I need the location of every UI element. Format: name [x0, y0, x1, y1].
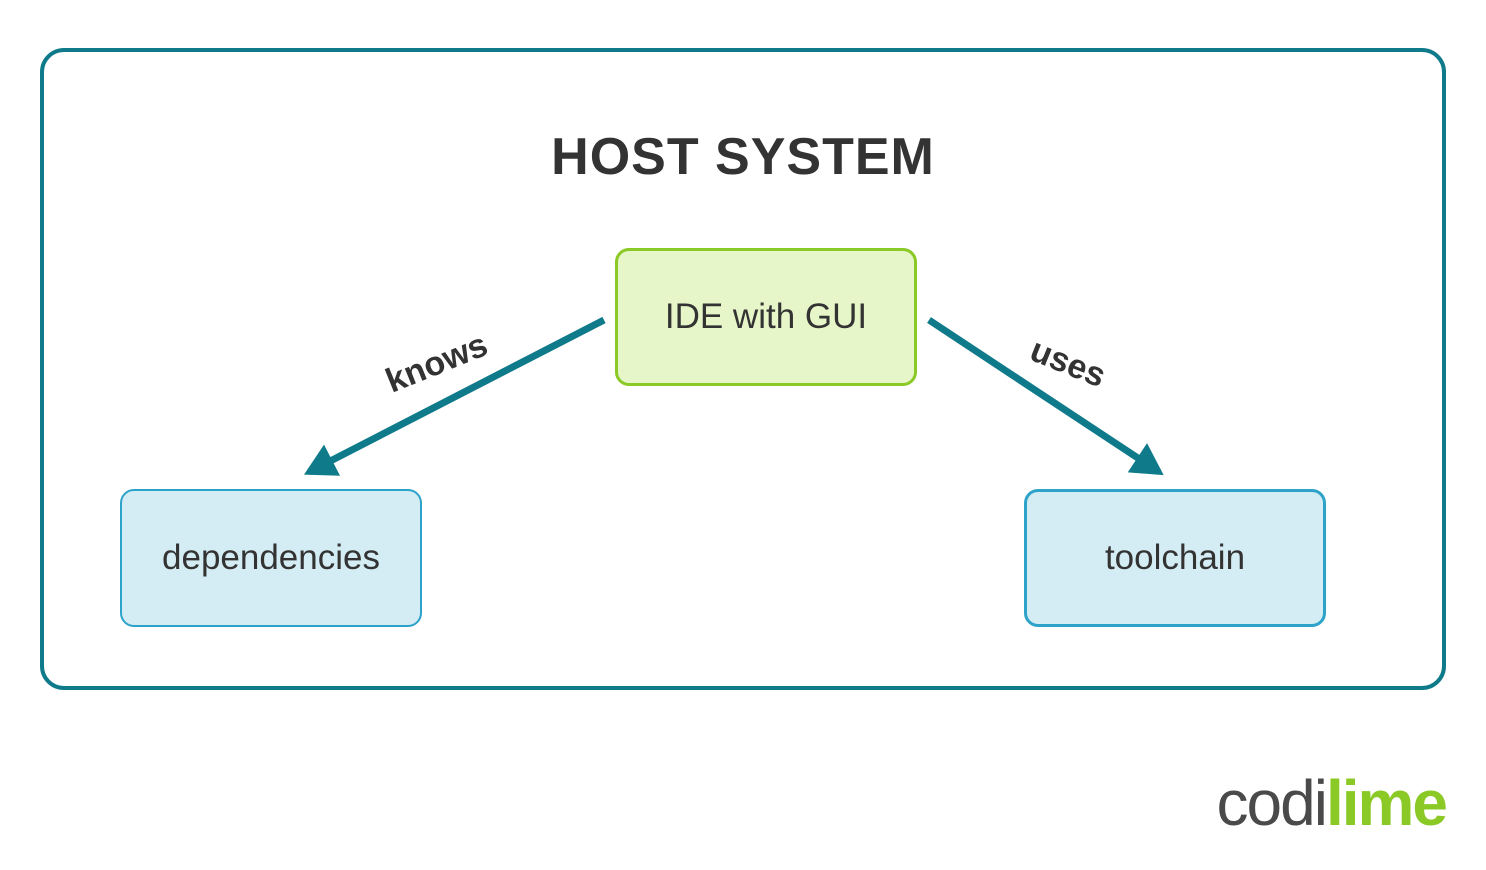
diagram-title: HOST SYSTEM	[551, 127, 935, 187]
node-toolchain: toolchain	[1024, 489, 1326, 627]
host-system-container: HOST SYSTEM knows uses IDE with GUI depe…	[40, 48, 1446, 690]
logo-part-codi: codi	[1217, 767, 1326, 839]
node-ide: IDE with GUI	[615, 248, 917, 386]
node-ide-label: IDE with GUI	[665, 297, 867, 337]
node-toolchain-label: toolchain	[1105, 538, 1245, 578]
edge-label-knows: knows	[381, 326, 494, 402]
codilime-logo: codilime	[1217, 766, 1446, 840]
node-dependencies: dependencies	[120, 489, 422, 627]
edge-label-uses: uses	[1025, 331, 1111, 396]
node-dependencies-label: dependencies	[162, 538, 380, 578]
logo-part-lime: lime	[1326, 767, 1446, 839]
